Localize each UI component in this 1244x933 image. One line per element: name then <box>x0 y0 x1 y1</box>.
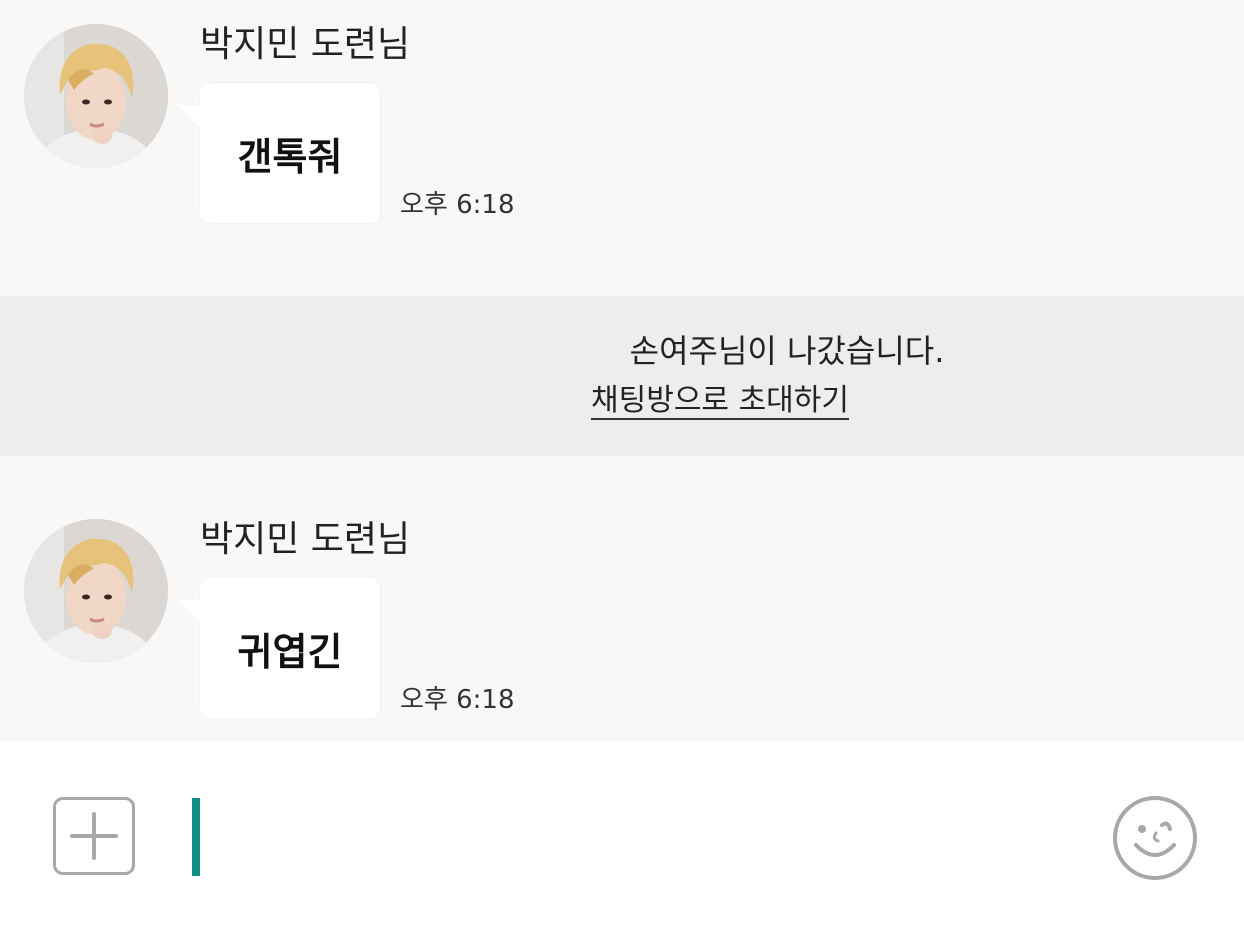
emoticon-button[interactable] <box>1112 795 1198 881</box>
chat-area: 박지민 도련님 갠톡줘 오후 6:18 손여주님이 나갔습니다. 채팅방으로 초… <box>0 0 1244 741</box>
message-input-bar <box>0 741 1244 933</box>
avatar-photo <box>24 24 168 168</box>
sender-name: 박지민 도련님 <box>200 519 411 560</box>
invite-to-chat-link[interactable]: 채팅방으로 초대하기 <box>591 383 849 420</box>
add-attachment-button[interactable] <box>53 797 135 875</box>
leave-notice-text: 손여주님이 나갔습니다. <box>629 332 945 370</box>
avatar-photo <box>24 519 168 663</box>
invite-link-container: 채팅방으로 초대하기 <box>0 380 1244 422</box>
message-bubble[interactable]: 귀엽긴 <box>178 578 380 718</box>
message-input[interactable] <box>190 797 1070 877</box>
system-notice <box>0 296 1244 456</box>
avatar[interactable] <box>24 24 168 168</box>
message-timestamp: 오후 6:18 <box>400 685 515 715</box>
plus-icon <box>70 812 118 860</box>
message-bubble[interactable]: 갠톡줘 <box>178 83 380 223</box>
message-item: 박지민 도련님 갠톡줘 오후 6:18 <box>0 0 1244 240</box>
message-timestamp: 오후 6:18 <box>400 190 515 220</box>
avatar[interactable] <box>24 519 168 663</box>
smile-icon <box>1113 796 1197 880</box>
message-item: 박지민 도련님 귀엽긴 오후 6:18 <box>0 495 1244 735</box>
sender-name: 박지민 도련님 <box>200 24 411 65</box>
text-cursor <box>192 798 200 876</box>
